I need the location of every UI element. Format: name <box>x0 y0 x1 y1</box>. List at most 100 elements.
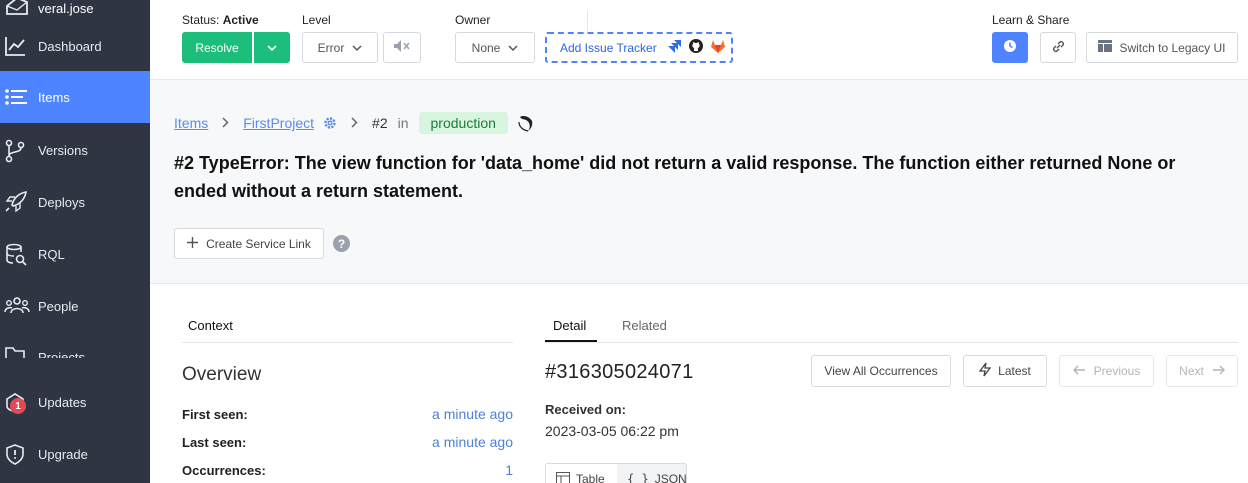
sidebar-item-label: Projects <box>38 350 85 358</box>
level-value: Error <box>317 40 345 55</box>
create-service-link-button[interactable]: Create Service Link <box>174 228 324 259</box>
arrow-right-icon <box>1212 364 1225 378</box>
people-icon <box>4 295 30 317</box>
overview-title: Overview <box>182 364 262 385</box>
lightning-icon <box>978 362 992 380</box>
rocket-icon <box>4 191 27 213</box>
resolve-options-button[interactable] <box>254 32 290 63</box>
switch-legacy-ui-button[interactable]: Switch to Legacy UI <box>1086 32 1238 63</box>
in-text: in <box>397 115 409 131</box>
sidebar-item-label: Deploys <box>38 194 85 210</box>
resolve-button[interactable]: Resolve <box>182 32 252 63</box>
table-view-button[interactable]: Table <box>546 464 617 483</box>
copy-link-button[interactable] <box>1040 32 1076 63</box>
previous-label: Previous <box>1093 364 1141 378</box>
status-label: Status: Active <box>182 13 259 27</box>
tab-context[interactable]: Context <box>188 318 233 333</box>
sidebar-item-label: Upgrade <box>38 446 88 462</box>
breadcrumb-project-link[interactable]: FirstProject <box>243 115 314 131</box>
json-label: JSON <box>654 472 687 483</box>
level-label: Level <box>302 13 331 27</box>
item-header: Items FirstProject #2 in production #2 T… <box>150 80 1248 284</box>
last-seen-value[interactable]: a minute ago <box>432 434 513 450</box>
github-icon <box>688 38 704 57</box>
view-all-occurrences-button[interactable]: View All Occurrences <box>811 355 951 387</box>
view-mode-toggle: Table { } JSON <box>545 463 687 483</box>
next-label: Next <box>1179 364 1204 378</box>
plus-icon <box>187 236 199 251</box>
sidebar-item-label: Updates <box>38 394 87 410</box>
help-icon[interactable]: ? <box>333 235 350 252</box>
chevron-down-icon <box>267 41 277 55</box>
sidebar-item-people[interactable]: People <box>0 280 150 332</box>
occurrence-id: #316305024071 <box>545 361 694 383</box>
history-button[interactable] <box>992 32 1028 63</box>
sidebar-item-upgrade[interactable]: Upgrade <box>0 428 150 480</box>
item-title: #2 TypeError: The view function for 'dat… <box>174 153 1176 201</box>
json-view-button[interactable]: { } JSON <box>618 464 687 483</box>
sidebar-item-deploys[interactable]: Deploys <box>0 176 150 228</box>
tab-detail[interactable]: Detail <box>553 318 586 333</box>
sidebar-item-updates[interactable]: 1 Updates <box>0 376 150 428</box>
sidebar-item-label: Items <box>38 89 70 105</box>
user-menu[interactable]: veral.jose <box>0 0 150 18</box>
shield-icon <box>4 443 26 465</box>
table-label: Table <box>576 472 605 483</box>
status-value: Active <box>222 13 259 27</box>
owner-value: None <box>471 40 501 55</box>
breadcrumb-items-link[interactable]: Items <box>174 115 208 131</box>
updates-badge: 1 <box>10 398 26 414</box>
occurrences-value[interactable]: 1 <box>505 462 513 478</box>
sidebar-item-label: People <box>38 298 79 314</box>
username: veral.jose <box>38 1 94 16</box>
owner-dropdown[interactable]: None <box>455 32 535 63</box>
gear-icon[interactable] <box>323 116 337 130</box>
breadcrumb: Items FirstProject #2 in production <box>174 112 536 134</box>
detail-tab-divider <box>545 342 1238 343</box>
sidebar-item-projects[interactable]: Projects <box>0 332 150 358</box>
chevron-right-icon <box>222 115 229 131</box>
latest-button[interactable]: Latest <box>963 355 1047 387</box>
first-seen-label: First seen: <box>182 407 248 422</box>
previous-button[interactable]: Previous <box>1059 355 1154 387</box>
active-tab-indicator <box>545 340 597 342</box>
sidebar-item-label: Dashboard <box>38 38 102 54</box>
mute-button[interactable] <box>383 32 421 63</box>
table-icon <box>556 471 570 483</box>
sidebar-item-dashboard[interactable]: Dashboard <box>0 20 150 72</box>
arrow-left-icon <box>1072 364 1086 378</box>
cube-logo-icon <box>4 0 30 21</box>
tab-related[interactable]: Related <box>622 318 667 333</box>
jira-icon <box>667 39 682 57</box>
braces-icon: { } <box>627 472 649 483</box>
chevron-down-icon <box>352 41 362 55</box>
level-dropdown[interactable]: Error <box>302 32 378 63</box>
gitlab-icon <box>710 39 726 57</box>
owner-label: Owner <box>455 13 491 27</box>
sidebar-item-rql[interactable]: RQL <box>0 228 150 280</box>
received-on-label: Received on: <box>545 402 626 417</box>
database-search-icon <box>4 243 27 266</box>
environment-badge: production <box>418 112 508 134</box>
context-tab-divider <box>182 342 513 343</box>
layout-icon <box>1098 40 1113 55</box>
branch-icon <box>4 139 26 163</box>
create-service-link-label: Create Service Link <box>206 236 311 251</box>
chevron-right-icon <box>351 115 358 131</box>
sidebar-item-label: Versions <box>38 142 88 158</box>
chevron-down-icon <box>508 41 518 55</box>
mute-icon <box>393 39 411 56</box>
issue-tracker-label: Add Issue Tracker <box>560 40 657 55</box>
add-issue-tracker-button[interactable]: Add Issue Tracker <box>545 32 733 63</box>
next-button[interactable]: Next <box>1166 355 1238 387</box>
learn-share-label: Learn & Share <box>992 13 1070 27</box>
list-icon <box>4 86 27 108</box>
top-toolbar: Status: Active Resolve Level Error Owner… <box>150 0 1248 80</box>
received-on-value: 2023-03-05 06:22 pm <box>545 423 679 439</box>
item-number: #2 <box>372 115 388 131</box>
sidebar-item-items[interactable]: Items <box>0 71 150 123</box>
first-seen-value[interactable]: a minute ago <box>432 406 513 422</box>
sidebar-item-versions[interactable]: Versions <box>0 124 150 176</box>
latest-label: Latest <box>998 364 1031 378</box>
link-icon <box>1051 39 1066 57</box>
